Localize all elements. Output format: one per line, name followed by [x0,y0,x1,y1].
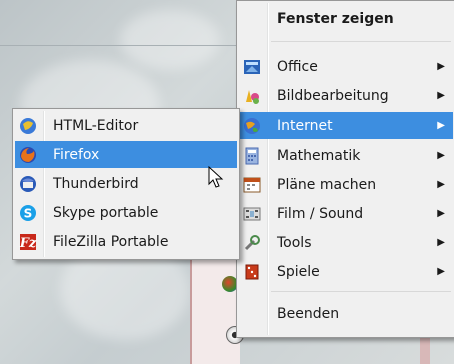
internet-submenu: HTML-Editor Firefox Thunderbird S Skype … [12,108,240,260]
thunderbird-icon [19,175,37,193]
image-edit-icon [243,87,261,105]
mouse-cursor-icon [208,165,224,194]
menu-item-mathematik[interactable]: Mathematik ▶ [239,142,453,169]
film-icon [243,205,261,223]
math-icon [243,147,261,165]
menu-separator [271,41,451,42]
tools-icon [243,234,261,252]
skype-icon: S [19,204,37,222]
menu-item-office[interactable]: Office ▶ [239,53,453,80]
menu-item-film-sound[interactable]: Film / Sound ▶ [239,200,453,227]
submenu-item-filezilla[interactable]: Fz FileZilla Portable [15,228,237,255]
window-edge [0,0,236,46]
svg-text:S: S [24,206,33,220]
submenu-arrow-icon: ▶ [437,120,445,131]
internet-icon [243,117,261,135]
menu-item-spiele[interactable]: Spiele ▶ [239,258,453,285]
menu-item-tools[interactable]: Tools ▶ [239,229,453,256]
main-menu: Fenster zeigen Office ▶ Bildbearbeitung … [236,0,454,338]
office-icon [243,58,261,76]
exit-button[interactable]: Beenden [239,300,453,327]
submenu-item-html-editor[interactable]: HTML-Editor [15,112,237,139]
menu-title: Fenster zeigen [277,11,394,27]
submenu-item-firefox[interactable]: Firefox [15,141,237,168]
firefox-icon [19,146,37,164]
submenu-arrow-icon: ▶ [437,150,445,161]
menu-item-bildbearbeitung[interactable]: Bildbearbeitung ▶ [239,82,453,109]
svg-text:Fz: Fz [19,236,37,251]
submenu-arrow-icon: ▶ [437,61,445,72]
submenu-arrow-icon: ▶ [437,208,445,219]
background-window [190,250,244,364]
submenu-arrow-icon: ▶ [437,237,445,248]
submenu-item-thunderbird[interactable]: Thunderbird [15,170,237,197]
submenu-arrow-icon: ▶ [437,266,445,277]
html-editor-icon [19,117,37,135]
menu-separator [271,291,451,292]
calendar-icon [243,176,261,194]
submenu-arrow-icon: ▶ [437,179,445,190]
menu-item-internet[interactable]: Internet ▶ [239,112,453,139]
games-icon [243,263,261,281]
submenu-arrow-icon: ▶ [437,90,445,101]
menu-item-plaene-machen[interactable]: Pläne machen ▶ [239,171,453,198]
submenu-item-skype[interactable]: S Skype portable [15,199,237,226]
filezilla-icon: Fz [19,233,37,251]
